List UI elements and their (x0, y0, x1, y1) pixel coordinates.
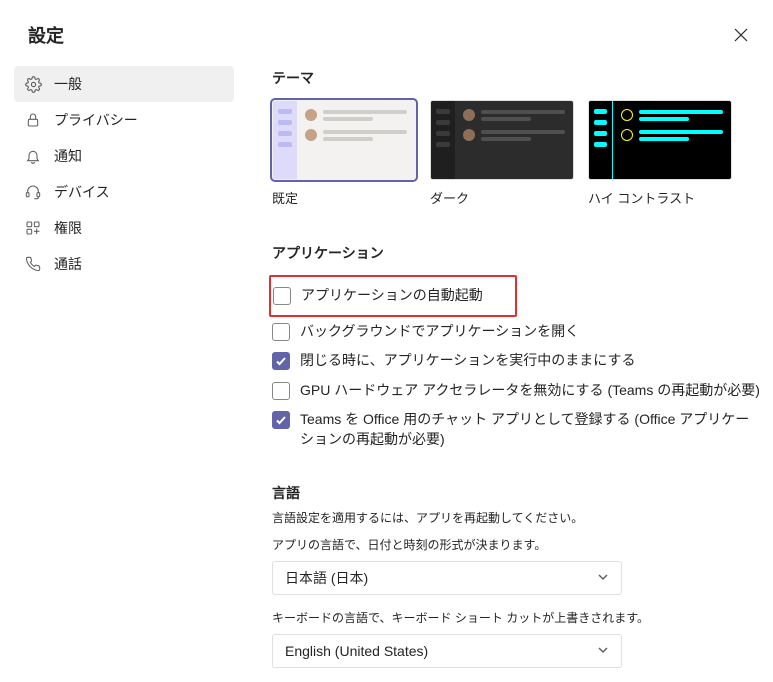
lock-icon (24, 111, 42, 129)
theme-label: 既定 (272, 188, 416, 207)
theme-label: ハイ コントラスト (588, 188, 732, 207)
sidebar-item-label: 通知 (54, 146, 82, 166)
bell-icon (24, 147, 42, 165)
checkbox-label: バックグラウンドでアプリケーションを開く (300, 322, 589, 342)
check-icon (275, 355, 287, 367)
language-hint: 言語設定を適用するには、アプリを再起動してください。 (272, 509, 773, 526)
checkbox-auto-start[interactable] (273, 287, 291, 305)
sidebar-item-label: 権限 (54, 218, 82, 238)
sidebar-item-label: デバイス (54, 182, 110, 202)
settings-title: 設定 (28, 22, 64, 48)
checkbox-label: 閉じる時に、アプリケーションを実行中のままにする (300, 351, 645, 371)
chevron-down-icon (597, 570, 609, 586)
sidebar-item-label: プライバシー (54, 110, 138, 130)
theme-preview-dark (430, 100, 574, 180)
headset-icon (24, 183, 42, 201)
checkbox-register-office-chat[interactable] (272, 411, 290, 429)
check-icon (275, 414, 287, 426)
keyboard-language-label: キーボードの言語で、キーボード ショート カットが上書きされます。 (272, 609, 773, 626)
dropdown-value: English (United States) (285, 643, 428, 659)
checkbox-label: アプリケーションの自動起動 (301, 286, 493, 306)
checkbox-disable-gpu[interactable] (272, 382, 290, 400)
sidebar-item-permissions[interactable]: 権限 (14, 210, 234, 246)
checkbox-open-background[interactable] (272, 323, 290, 341)
language-heading: 言語 (272, 483, 773, 503)
theme-label: ダーク (430, 188, 574, 207)
sidebar-item-calls[interactable]: 通話 (14, 246, 234, 282)
chevron-down-icon (597, 643, 609, 659)
checkbox-keep-running[interactable] (272, 352, 290, 370)
sidebar-item-privacy[interactable]: プライバシー (14, 102, 234, 138)
theme-options: 既定 ダーク (272, 100, 773, 207)
dropdown-value: 日本語 (日本) (285, 568, 368, 588)
sidebar-item-label: 通話 (54, 254, 82, 274)
theme-preview-default (272, 100, 416, 180)
close-button[interactable] (729, 23, 753, 47)
theme-heading: テーマ (272, 68, 773, 88)
app-language-dropdown[interactable]: 日本語 (日本) (272, 561, 622, 595)
apps-icon (24, 219, 42, 237)
sidebar-item-general[interactable]: 一般 (14, 66, 234, 102)
app-language-label: アプリの言語で、日付と時刻の形式が決まります。 (272, 536, 773, 553)
checkbox-label: GPU ハードウェア アクセラレータを無効にする (Teams の再起動が必要) (300, 381, 770, 401)
theme-preview-high-contrast (588, 100, 732, 180)
highlighted-setting: アプリケーションの自動起動 (269, 275, 517, 317)
theme-option-high-contrast[interactable]: ハイ コントラスト (588, 100, 732, 207)
sidebar-item-notifications[interactable]: 通知 (14, 138, 234, 174)
theme-option-dark[interactable]: ダーク (430, 100, 574, 207)
application-heading: アプリケーション (272, 243, 773, 263)
keyboard-language-dropdown[interactable]: English (United States) (272, 634, 622, 668)
theme-option-default[interactable]: 既定 (272, 100, 416, 207)
close-icon (734, 28, 748, 42)
settings-sidebar: 一般 プライバシー 通知 デバイス 権限 (0, 62, 244, 682)
phone-icon (24, 255, 42, 273)
settings-content: テーマ 既定 (244, 62, 773, 682)
checkbox-label: Teams を Office 用のチャット アプリとして登録する (Office… (300, 410, 773, 449)
sidebar-item-label: 一般 (54, 74, 82, 94)
sidebar-item-devices[interactable]: デバイス (14, 174, 234, 210)
gear-icon (24, 75, 42, 93)
